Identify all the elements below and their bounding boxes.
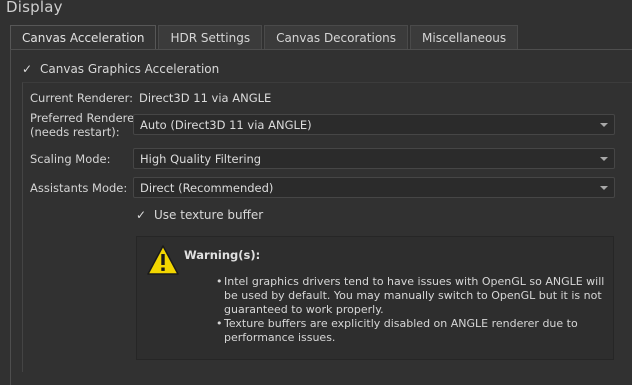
use-texture-buffer-checkbox[interactable]: ✓ Use texture buffer bbox=[135, 208, 263, 222]
current-renderer-label: Current Renderer: bbox=[30, 91, 134, 105]
checkmark-icon: ✓ bbox=[21, 62, 33, 76]
display-settings-page: Display Canvas Acceleration HDR Settings… bbox=[0, 0, 632, 385]
current-renderer-value: Direct3D 11 via ANGLE bbox=[139, 91, 272, 105]
page-title: Display bbox=[6, 0, 63, 16]
warning-icon bbox=[147, 245, 179, 275]
scaling-mode-label: Scaling Mode: bbox=[30, 152, 111, 166]
preferred-renderer-select[interactable]: Auto (Direct3D 11 via ANGLE) bbox=[133, 114, 615, 135]
tab-label: HDR Settings bbox=[170, 30, 251, 45]
scaling-mode-select[interactable]: High Quality Filtering bbox=[133, 148, 615, 169]
warning-title: Warning(s): bbox=[184, 248, 261, 262]
selected-value: Direct (Recommended) bbox=[140, 180, 274, 195]
warning-item: Intel graphics drivers tend to have issu… bbox=[216, 275, 616, 317]
tab-bar: Canvas Acceleration HDR Settings Canvas … bbox=[10, 25, 520, 50]
tab-label: Miscellaneous bbox=[422, 30, 507, 45]
tab-label: Canvas Acceleration bbox=[22, 31, 145, 45]
chevron-down-icon bbox=[600, 186, 608, 190]
checkbox-label: Canvas Graphics Acceleration bbox=[40, 62, 220, 76]
canvas-graphics-acceleration-checkbox[interactable]: ✓ Canvas Graphics Acceleration bbox=[21, 62, 219, 76]
selected-value: Auto (Direct3D 11 via ANGLE) bbox=[140, 117, 312, 132]
tab-canvas-decorations[interactable]: Canvas Decorations bbox=[264, 25, 409, 49]
tab-miscellaneous[interactable]: Miscellaneous bbox=[410, 25, 519, 49]
chevron-down-icon bbox=[600, 123, 608, 127]
chevron-down-icon bbox=[600, 157, 608, 161]
checkbox-label: Use texture buffer bbox=[154, 208, 264, 222]
selected-value: High Quality Filtering bbox=[140, 151, 262, 166]
tab-label: Canvas Decorations bbox=[276, 30, 397, 45]
warning-list: Intel graphics drivers tend to have issu… bbox=[216, 275, 616, 345]
tab-canvas-acceleration[interactable]: Canvas Acceleration bbox=[10, 25, 157, 50]
checkmark-icon: ✓ bbox=[135, 208, 147, 222]
warning-item: Texture buffers are explicitly disabled … bbox=[216, 317, 616, 345]
preferred-renderer-label-line2: (needs restart): bbox=[30, 125, 120, 139]
preferred-renderer-label-line1: Preferred Renderer bbox=[30, 111, 139, 125]
assistants-mode-label: Assistants Mode: bbox=[30, 181, 128, 195]
assistants-mode-select[interactable]: Direct (Recommended) bbox=[133, 177, 615, 198]
tab-hdr-settings[interactable]: HDR Settings bbox=[158, 25, 263, 49]
